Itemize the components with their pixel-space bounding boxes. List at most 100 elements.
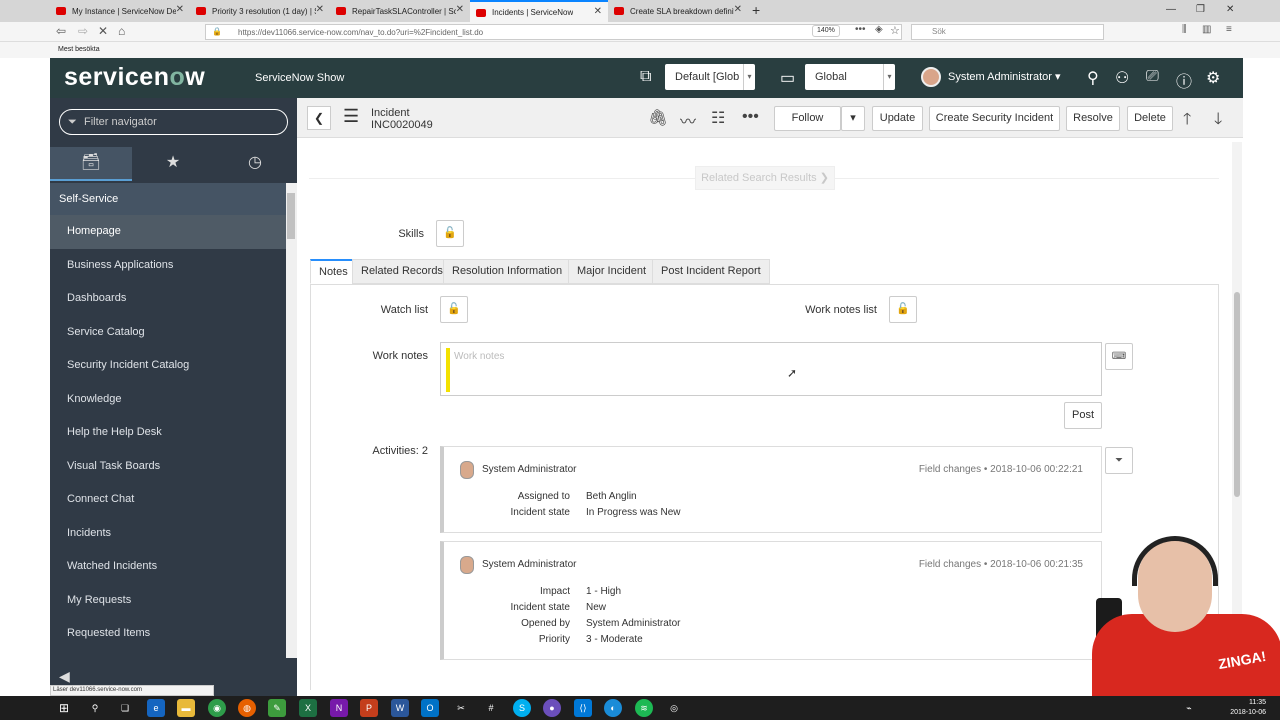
filter-navigator-input[interactable]: ⏷ Filter navigator [59,109,288,135]
activity-user[interactable]: System Administrator [482,559,576,570]
library-icon[interactable]: ⫼ [1182,24,1187,35]
scrollbar-thumb[interactable] [287,193,295,239]
tab-all-applications[interactable]: 🗃 [50,147,132,181]
snipping-tool-icon[interactable]: ✂ [452,699,470,717]
sidebar-item-knowledge[interactable]: Knowledge [50,383,286,417]
search-icon[interactable]: ⚲ [86,699,104,717]
help-icon[interactable]: ⓘ [1176,68,1192,92]
collapse-navigator-icon[interactable]: ◀ [59,668,70,685]
compose-toggle-button[interactable]: ⌨ [1105,343,1133,370]
scrollbar-thumb[interactable] [1234,292,1240,497]
web-search-input[interactable]: Sök [911,24,1104,40]
sidebar-item-watched-incidents[interactable]: Watched Incidents [50,550,286,584]
task-view-icon[interactable]: ❏ [116,699,134,717]
sidebar-toggle-icon[interactable]: ▥ [1202,24,1211,35]
windows-start-icon[interactable]: ⊞ [55,699,73,717]
browser-tab-active[interactable]: Incidents | ServiceNow ✕ [470,0,608,22]
file-explorer-icon[interactable]: ▬ [177,699,195,717]
back-icon[interactable]: ⇦ [56,24,66,38]
app-icon[interactable]: ◎ [665,699,683,717]
pocket-icon[interactable]: ◈ [875,24,883,35]
avatar[interactable] [921,67,941,87]
url-bar[interactable]: 🔒 https://dev11066.service-now.com/nav_t… [205,24,902,40]
close-tab-icon[interactable]: ✕ [734,4,742,15]
home-icon[interactable]: ⌂ [118,24,125,38]
zoom-level[interactable]: 140% [812,25,840,37]
servicenow-logo[interactable]: servicenow [64,63,205,92]
follow-button[interactable]: Follow [774,106,841,131]
user-menu[interactable]: System Administrator ▾ [948,70,1061,83]
new-tab-icon[interactable]: + [752,2,760,18]
outlook-icon[interactable]: O [421,699,439,717]
close-tab-icon[interactable]: ✕ [456,4,464,15]
update-button[interactable]: Update [872,106,923,131]
firefox-icon[interactable]: ◍ [238,699,256,717]
create-security-incident-button[interactable]: Create Security Incident [929,106,1060,131]
forward-icon[interactable]: ⇨ [78,24,88,38]
tab-history[interactable]: ◷ [214,147,296,181]
word-icon[interactable]: W [391,699,409,717]
tab-notes[interactable]: Notes [310,259,357,284]
browser-tab[interactable]: Create SLA breakdown definiti ✕ [608,0,748,22]
menu-icon[interactable]: ≡ [1226,24,1232,35]
browser-tab[interactable]: Priority 3 resolution (1 day) | Sl ✕ [190,0,330,22]
sidebar-item-security-incident-catalog[interactable]: Security Incident Catalog [50,349,286,383]
gear-icon[interactable]: ⚙ [1206,68,1220,88]
skills-unlock-button[interactable]: 🔓 [436,220,464,247]
sidebar-item-help-the-help-desk[interactable]: Help the Help Desk [50,416,286,450]
work-notes-list-unlock-button[interactable]: 🔓 [889,296,917,323]
sidebar-item-homepage[interactable]: Homepage [50,215,286,249]
notepad-plus-icon[interactable]: ✎ [268,699,286,717]
close-tab-icon[interactable]: ✕ [316,4,324,15]
browser-tab[interactable]: My Instance | ServiceNow Dev ✕ [50,0,190,22]
browser-tab[interactable]: RepairTaskSLAController | Scrip ✕ [330,0,470,22]
network-icon[interactable]: ⌁ [1180,699,1198,717]
sidebar-section-self-service[interactable]: Self-Service [50,183,286,215]
work-notes-input[interactable]: Work notes [440,342,1102,396]
skype-icon[interactable]: S [513,699,531,717]
activity-filter-button[interactable]: ⏷ [1105,447,1133,474]
sidebar-item-business-applications[interactable]: Business Applications [50,249,286,283]
obs-icon[interactable]: ● [543,699,561,717]
bookmark-star-icon[interactable]: ☆ [890,24,900,37]
excel-icon[interactable]: X [299,699,317,717]
sidebar-item-requested-items[interactable]: Requested Items [50,617,286,651]
previous-record-icon[interactable]: 🡑 [1183,108,1191,135]
onenote-icon[interactable]: N [330,699,348,717]
system-clock[interactable]: 11:35 2018-10-06 [1230,698,1266,718]
connect-chat-icon[interactable]: ⎚ [1146,68,1159,86]
impersonate-icon[interactable]: ⚇ [1115,68,1129,88]
edge-icon[interactable]: e [147,699,165,717]
close-tab-icon[interactable]: ✕ [594,6,602,17]
minimize-icon[interactable]: — [1166,4,1176,15]
tab-resolution-information[interactable]: Resolution Information [443,259,572,284]
search-icon[interactable]: ⚲ [1087,68,1099,88]
close-window-icon[interactable]: ✕ [1226,4,1234,15]
slack-icon[interactable]: # [482,699,500,717]
sidebar-item-visual-task-boards[interactable]: Visual Task Boards [50,450,286,484]
related-search-results-button[interactable]: Related Search Results ❯ [695,166,835,190]
tab-major-incident[interactable]: Major Incident [568,259,656,284]
watch-list-unlock-button[interactable]: 🔓 [440,296,468,323]
more-options-icon[interactable]: ••• [742,108,759,126]
spotify-icon[interactable]: ≋ [635,699,653,717]
tab-favorites[interactable]: ★ [132,147,214,181]
sidebar-item-incidents[interactable]: Incidents [50,517,286,551]
chrome-icon[interactable]: ◉ [208,699,226,717]
tab-related-records[interactable]: Related Records [352,259,452,284]
paperclip-icon[interactable]: 🖇 [648,108,668,128]
next-record-icon[interactable]: 🡓 [1214,108,1222,135]
back-button[interactable]: ❮ [307,106,331,130]
restore-icon[interactable]: ❐ [1196,4,1205,15]
sidebar-item-my-requests[interactable]: My Requests [50,584,286,618]
app-icon[interactable]: ◐ [604,699,622,717]
post-button[interactable]: Post [1064,402,1102,429]
sidebar-item-dashboards[interactable]: Dashboards [50,282,286,316]
tab-post-incident-report[interactable]: Post Incident Report [652,259,770,284]
update-set-select[interactable]: Default [Glob ▾ [665,64,755,90]
follow-dropdown-button[interactable]: ▾ [841,106,865,131]
personalize-icon[interactable]: ☷ [711,108,725,128]
activity-stream-icon[interactable]: 〰 [680,108,696,132]
sidebar-item-connect-chat[interactable]: Connect Chat [50,483,286,517]
powerpoint-icon[interactable]: P [360,699,378,717]
